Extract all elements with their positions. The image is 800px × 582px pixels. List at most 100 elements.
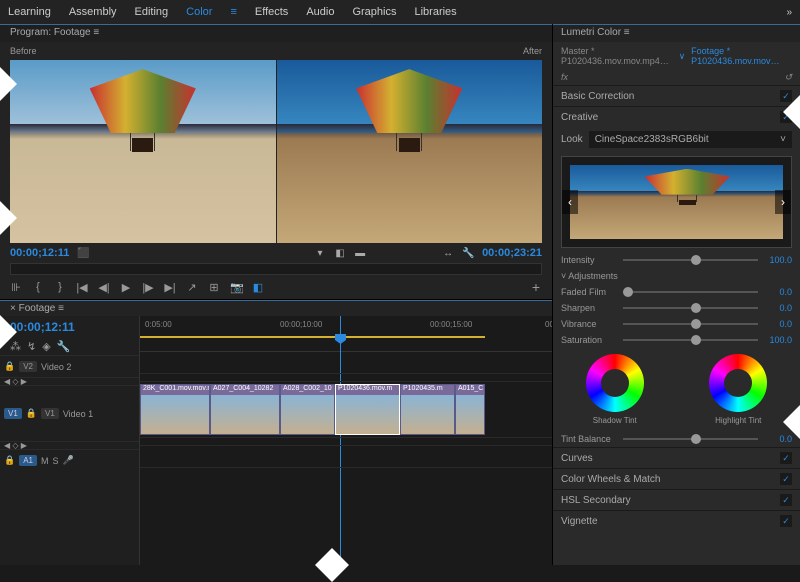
look-dropdown[interactable]: CineSpace2383sRGB6bit˅ [589,131,792,148]
track-v1[interactable]: V1 🔒 V1 Video 1 [0,385,139,441]
comparison-icon[interactable]: ◧ [252,281,264,294]
tab-learning[interactable]: Learning [8,6,51,18]
highlight-tint-label: Highlight Tint [709,416,767,425]
settings-icon[interactable]: 🔧 [462,248,474,259]
step-forward-icon[interactable]: |▶ [142,281,154,294]
intensity-slider[interactable] [623,259,758,261]
tab-graphics[interactable]: Graphics [352,6,396,18]
section-creative[interactable]: Creative ✓ [553,106,800,127]
tint-balance-slider[interactable] [623,438,758,440]
track-source-v1[interactable]: V1 [4,408,22,419]
tab-editing[interactable]: Editing [135,6,169,18]
master-clip-label[interactable]: Master * P1020436.mov.mov.mp4… [561,46,673,66]
section-hsl-secondary[interactable]: HSL Secondary✓ [553,489,800,510]
tab-assembly[interactable]: Assembly [69,6,117,18]
faded-film-slider[interactable] [623,291,758,293]
overflow-chevron-icon[interactable]: » [786,7,792,18]
clip[interactable]: P1020435.m [400,384,455,435]
sharpen-slider[interactable] [623,307,758,309]
lumetri-panel-header[interactable]: Lumetri Color ≡ [553,24,800,42]
track-v2[interactable]: 🔒 V2 Video 2 [0,355,139,377]
export-frame-icon[interactable]: 📷 [230,281,242,294]
linked-selection-icon[interactable]: ↯ [27,340,36,353]
saturation-label: Saturation [561,335,617,345]
tab-effects[interactable]: Effects [255,6,288,18]
lock-icon[interactable]: 🔒 [4,455,15,466]
after-view[interactable] [277,60,543,243]
button-editor-icon[interactable]: + [530,279,542,295]
wrench-icon[interactable]: 🔧 [57,340,71,353]
faded-film-label: Faded Film [561,287,617,297]
prev-look-button[interactable]: ‹ [562,190,578,214]
bracket-in-icon[interactable]: { [32,281,44,293]
solo-button[interactable]: S [53,456,59,466]
faded-film-value[interactable]: 0.0 [764,287,792,297]
ruler-tick: 00:00;10:00 [280,320,322,329]
shadow-tint-wheel[interactable] [586,354,644,412]
tint-balance-value[interactable]: 0.0 [764,434,792,444]
loop-icon[interactable]: ↔ [442,248,454,259]
clip[interactable]: A015_C [455,384,485,435]
sharpen-value[interactable]: 0.0 [764,303,792,313]
menu-icon[interactable]: ≡ [230,6,236,18]
track-label-v1: Video 1 [63,409,93,419]
clip[interactable]: A028_C002_10 [280,384,335,435]
checkbox-icon[interactable]: ✓ [780,473,792,485]
clip[interactable]: A027_C004_10282 [210,384,280,435]
section-curves[interactable]: Curves✓ [553,447,800,468]
reset-icon[interactable]: ↺ [784,72,792,83]
section-basic-correction[interactable]: Basic Correction ✓ [553,85,800,106]
track-tag-a1[interactable]: A1 [19,455,37,466]
track-a1[interactable]: 🔒 A1 M S 🎤 [0,449,139,471]
tab-color[interactable]: Color [186,6,212,18]
marker-icon[interactable]: ◈ [42,340,50,353]
mic-icon[interactable]: 🎤 [63,455,74,466]
vibrance-slider[interactable] [623,323,758,325]
checkbox-icon[interactable]: ✓ [780,452,792,464]
lock-icon[interactable]: 🔒 [4,361,15,372]
extract-icon[interactable]: ⊞ [208,281,220,294]
adjustments-header[interactable]: ˅ Adjustments [553,268,800,284]
clip[interactable]: 28K_C001.mov.mov.mp4.mxf [140,384,210,435]
timeline-timecode[interactable]: 00:00;12:11 [0,316,139,338]
single-view-icon[interactable]: ▬ [354,248,366,259]
checkbox-icon[interactable]: ✓ [780,515,792,527]
lift-icon[interactable]: ↗ [186,281,198,294]
highlight-tint-wheel[interactable] [709,354,767,412]
lock-icon[interactable]: 🔒 [26,408,37,419]
section-color-wheels[interactable]: Color Wheels & Match✓ [553,468,800,489]
clip-selected[interactable]: P1020436.mov.m [335,384,400,435]
snap-icon[interactable]: ⁂ [10,340,21,353]
timeline-canvas[interactable]: 0:05:00 00:00;10:00 00:00;15:00 00:0 28K… [140,316,552,565]
comparison-view-icon[interactable]: ◧ [334,248,346,259]
checkbox-icon[interactable]: ✓ [780,494,792,506]
intensity-value[interactable]: 100.0 [764,255,792,265]
tab-audio[interactable]: Audio [306,6,334,18]
saturation-value[interactable]: 100.0 [764,335,792,345]
step-back-icon[interactable]: ◀| [98,281,110,294]
timecode-in[interactable]: 00:00;12:11 [10,247,69,259]
go-to-out-icon[interactable]: ▶| [164,281,176,294]
next-look-button[interactable]: › [775,190,791,214]
timeline-panel-header[interactable]: × Footage ≡ [0,300,552,316]
mark-in-icon[interactable]: ⊪ [10,281,22,294]
track-tag-v1[interactable]: V1 [41,408,59,419]
tab-libraries[interactable]: Libraries [414,6,456,18]
bracket-out-icon[interactable]: } [54,281,66,293]
play-icon[interactable]: ▶ [120,281,132,294]
program-panel-header[interactable]: Program: Footage ≡ [0,24,552,42]
saturation-slider[interactable] [623,339,758,341]
mute-button[interactable]: M [41,456,49,466]
go-to-in-icon[interactable]: |◀ [76,281,88,294]
footage-clip-label[interactable]: Footage * P1020436.mov.mov… [691,46,792,66]
vibrance-value[interactable]: 0.0 [764,319,792,329]
track-tag-v2[interactable]: V2 [19,361,37,372]
section-vignette[interactable]: Vignette✓ [553,510,800,531]
monitor-scrubber[interactable] [10,263,542,275]
before-label: Before [10,46,37,56]
checkbox-icon[interactable]: ✓ [780,90,792,102]
ruler-tick: 0:05:00 [145,320,172,329]
before-view[interactable] [10,60,276,243]
resolution-dropdown[interactable]: ▾ [314,248,326,259]
timecode-duration[interactable]: 00:00;23:21 [482,247,542,259]
